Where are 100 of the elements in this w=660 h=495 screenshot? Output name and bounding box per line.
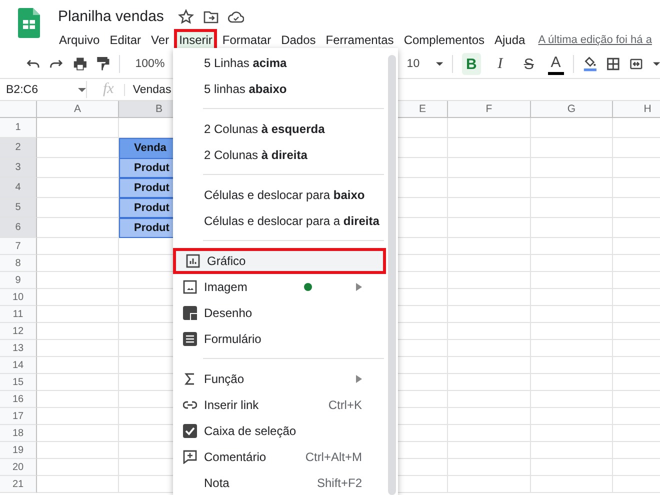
table-cell[interactable]: [531, 357, 613, 374]
table-cell[interactable]: [531, 289, 613, 306]
row-header[interactable]: 20: [0, 459, 37, 476]
table-cell[interactable]: [531, 340, 613, 357]
menu-option[interactable]: Nota Shift+F2: [173, 470, 386, 495]
column-header[interactable]: H: [613, 101, 660, 118]
caret-icon[interactable]: [652, 61, 660, 67]
table-cell[interactable]: [448, 391, 531, 408]
menu-option[interactable]: Função: [173, 366, 386, 392]
table-cell[interactable]: [37, 118, 119, 138]
table-cell[interactable]: [37, 255, 119, 272]
row-header[interactable]: 4: [0, 178, 37, 198]
row-header[interactable]: 16: [0, 391, 37, 408]
menu-option[interactable]: 2 Colunas à esquerda: [173, 116, 386, 142]
font-size-select[interactable]: 10: [406, 58, 427, 70]
last-edit-link[interactable]: A última edição foi há a: [538, 34, 652, 46]
menu-option[interactable]: Formulário: [173, 326, 386, 352]
menu-option[interactable]: Comentário Ctrl+Alt+M: [173, 444, 386, 470]
text-color-button[interactable]: A: [548, 54, 564, 74]
menu-item[interactable]: Editar: [104, 29, 146, 51]
table-cell[interactable]: [448, 218, 531, 238]
table-cell[interactable]: [531, 118, 613, 138]
menu-item[interactable]: Dados: [276, 29, 321, 51]
table-cell[interactable]: [448, 357, 531, 374]
table-cell[interactable]: [37, 272, 119, 289]
menu-item[interactable]: Formatar: [217, 29, 276, 51]
table-cell[interactable]: [448, 255, 531, 272]
row-header[interactable]: 3: [0, 158, 37, 178]
table-cell[interactable]: [448, 198, 531, 218]
row-header[interactable]: 21: [0, 476, 37, 493]
table-cell[interactable]: [37, 374, 119, 391]
table-cell[interactable]: [37, 459, 119, 476]
table-cell[interactable]: [531, 476, 613, 493]
row-header[interactable]: 17: [0, 408, 37, 425]
table-cell[interactable]: [531, 158, 613, 178]
table-cell[interactable]: [37, 425, 119, 442]
row-header[interactable]: 18: [0, 425, 37, 442]
menu-item[interactable]: Ajuda: [490, 29, 530, 51]
menu-item[interactable]: Arquivo: [54, 29, 105, 51]
menu-option[interactable]: Inserir link Ctrl+K: [173, 392, 386, 418]
merge-cells-icon[interactable]: [629, 56, 644, 72]
table-cell[interactable]: [531, 198, 613, 218]
table-cell[interactable]: [448, 289, 531, 306]
row-header[interactable]: 10: [0, 289, 37, 306]
column-header[interactable]: F: [448, 101, 531, 118]
formula-field[interactable]: Vendas: [124, 84, 172, 96]
menu-item[interactable]: Ferramentas: [320, 29, 399, 51]
table-cell[interactable]: [531, 255, 613, 272]
table-cell[interactable]: [37, 306, 119, 323]
table-cell[interactable]: [448, 476, 531, 493]
table-cell[interactable]: [531, 408, 613, 425]
table-cell[interactable]: [37, 476, 119, 493]
menu-item[interactable]: Complementos: [398, 29, 490, 51]
table-cell[interactable]: [448, 425, 531, 442]
table-cell[interactable]: [37, 323, 119, 340]
table-cell[interactable]: [448, 408, 531, 425]
italic-button[interactable]: I: [490, 53, 510, 75]
table-cell[interactable]: [37, 357, 119, 374]
row-header[interactable]: 13: [0, 340, 37, 357]
print-icon[interactable]: [72, 56, 88, 72]
table-cell[interactable]: [37, 408, 119, 425]
paint-roller-icon[interactable]: [96, 56, 110, 72]
column-header[interactable]: A: [37, 101, 119, 118]
cloud-icon[interactable]: [228, 8, 244, 24]
row-header[interactable]: 14: [0, 357, 37, 374]
caret-icon[interactable]: [436, 61, 443, 67]
row-header[interactable]: 11: [0, 306, 37, 323]
strikethrough-button[interactable]: S: [519, 53, 539, 75]
row-header[interactable]: 7: [0, 238, 37, 255]
table-cell[interactable]: [448, 158, 531, 178]
table-cell[interactable]: [448, 442, 531, 459]
spreadsheet-logo-icon[interactable]: [18, 8, 40, 38]
star-icon[interactable]: [178, 8, 194, 24]
menu-option[interactable]: Caixa de seleção: [173, 418, 386, 444]
table-cell[interactable]: [448, 306, 531, 323]
table-cell[interactable]: [531, 459, 613, 476]
column-header[interactable]: G: [531, 101, 613, 118]
table-cell[interactable]: [531, 138, 613, 158]
table-cell[interactable]: [448, 340, 531, 357]
zoom-select[interactable]: 100%: [135, 58, 165, 70]
table-cell[interactable]: [37, 289, 119, 306]
menu-option[interactable]: Imagem: [173, 274, 386, 300]
table-cell[interactable]: [448, 374, 531, 391]
column-header[interactable]: E: [398, 101, 448, 118]
menu-option[interactable]: Desenho: [173, 300, 386, 326]
menu-option[interactable]: 5 Linhas acima: [173, 50, 386, 76]
table-cell[interactable]: [448, 118, 531, 138]
folder-icon[interactable]: [202, 8, 219, 24]
table-cell[interactable]: [531, 272, 613, 289]
row-header[interactable]: 5: [0, 198, 37, 218]
menu-option[interactable]: Gráfico: [173, 248, 386, 274]
cell-range-field[interactable]: B2:C6: [0, 84, 78, 96]
table-cell[interactable]: [37, 442, 119, 459]
row-header[interactable]: 6: [0, 218, 37, 238]
caret-icon[interactable]: [78, 86, 86, 92]
menu-option[interactable]: 5 linhas abaixo: [173, 76, 386, 102]
row-header[interactable]: 1: [0, 118, 37, 138]
table-cell[interactable]: [448, 272, 531, 289]
corner-cell[interactable]: [0, 101, 37, 118]
table-cell[interactable]: [448, 138, 531, 158]
